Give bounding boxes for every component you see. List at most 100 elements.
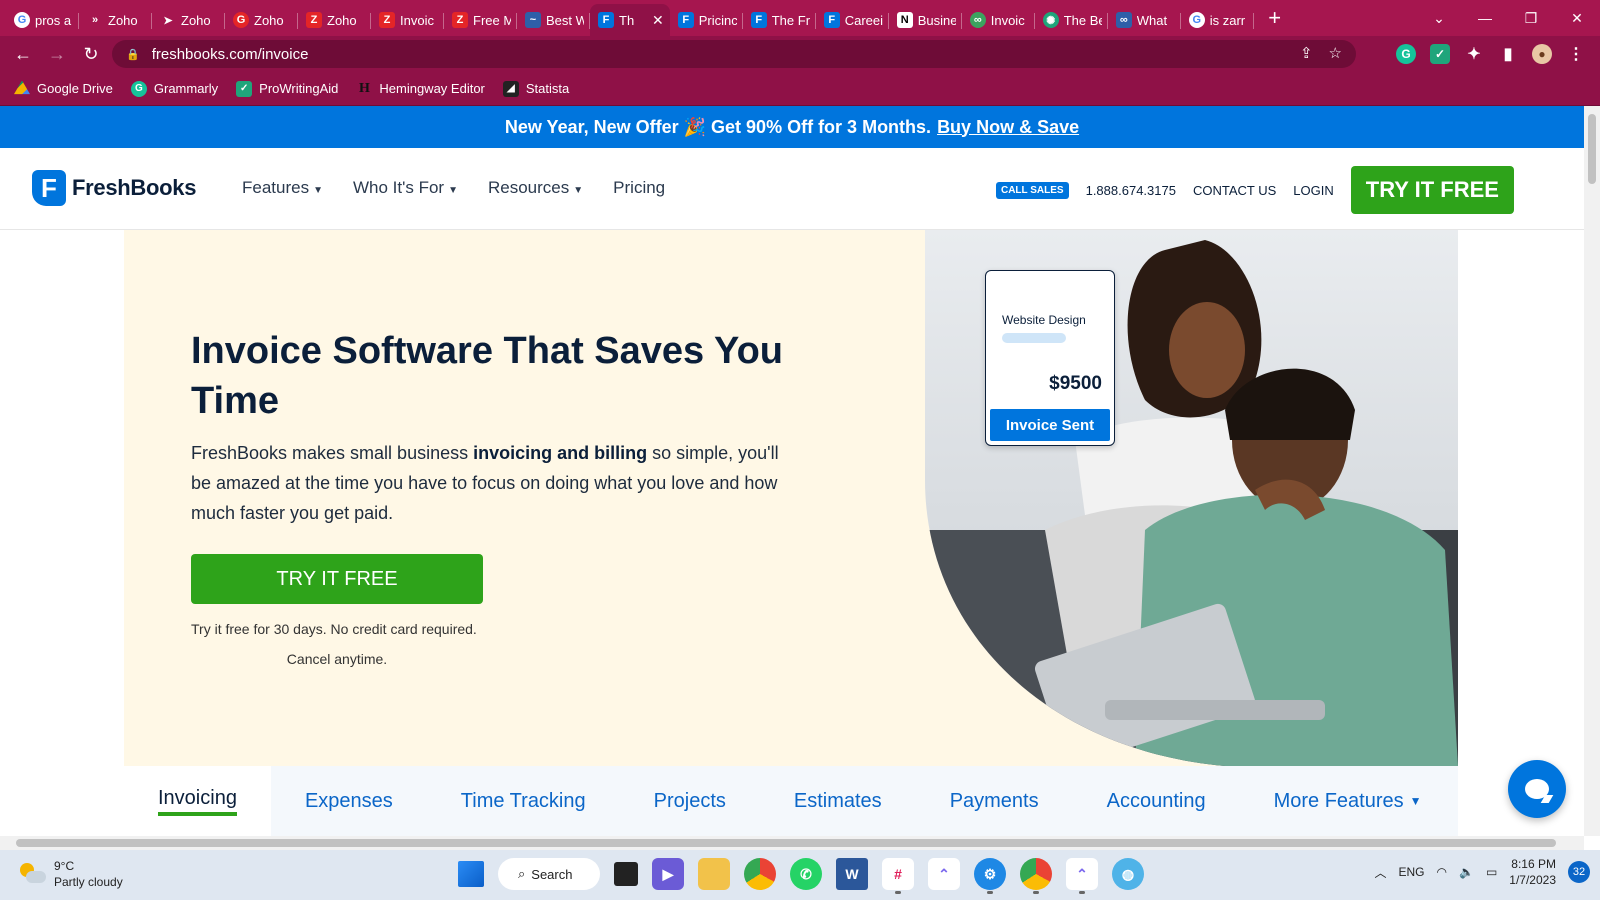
- bookmark-grammarly[interactable]: G Grammarly: [130, 80, 219, 97]
- word-icon[interactable]: W: [836, 858, 868, 890]
- browser-tab-active[interactable]: F Th ✕: [590, 4, 670, 36]
- invoice-sent-badge: Invoice Sent: [990, 409, 1110, 441]
- close-icon[interactable]: ✕: [652, 12, 664, 29]
- browser-tab[interactable]: Gpros a: [0, 6, 79, 34]
- clock[interactable]: 8:16 PM 1/7/2023: [1509, 856, 1556, 888]
- tab-title: Free M: [473, 12, 511, 28]
- chevron-down-icon: ▼: [1409, 794, 1422, 808]
- browser-tab[interactable]: Z Zoho: [298, 6, 371, 34]
- chevron-down-icon: ▼: [313, 185, 323, 196]
- settings-app-icon[interactable]: ⚙: [974, 858, 1006, 894]
- tab-estimates[interactable]: Estimates: [760, 766, 916, 836]
- browser-tab[interactable]: F Pricinc: [670, 6, 743, 34]
- share-icon[interactable]: ⇪: [1300, 44, 1313, 62]
- minimize-icon[interactable]: —: [1462, 10, 1508, 26]
- browser-tab[interactable]: ➤ Zoho: [152, 6, 225, 34]
- profile-avatar[interactable]: ●: [1532, 44, 1552, 64]
- reload-icon[interactable]: ↻: [74, 44, 108, 65]
- battery-icon[interactable]: ▭: [1486, 865, 1497, 879]
- contact-us-link[interactable]: CONTACT US: [1193, 183, 1276, 198]
- side-panel-icon[interactable]: ▮: [1498, 44, 1518, 64]
- browser-tab[interactable]: » Zoho: [79, 6, 152, 34]
- browser-tab[interactable]: ∞ Invoic: [962, 6, 1035, 34]
- menu-resources[interactable]: Resources ▼: [488, 178, 583, 198]
- bookmark-hemingway[interactable]: H Hemingway Editor: [356, 81, 485, 97]
- tab-expenses[interactable]: Expenses: [271, 766, 427, 836]
- close-window-icon[interactable]: ✕: [1554, 10, 1600, 27]
- tab-label: More Features: [1273, 789, 1404, 812]
- tab-time-tracking[interactable]: Time Tracking: [427, 766, 620, 836]
- bookmark-label: Grammarly: [153, 81, 219, 96]
- extensions-puzzle-icon[interactable]: ✦: [1464, 44, 1484, 64]
- grammarly-icon: G: [233, 12, 249, 28]
- tab-accounting[interactable]: Accounting: [1073, 766, 1240, 836]
- chrome-icon[interactable]: [744, 858, 776, 890]
- address-bar[interactable]: 🔒 freshbooks.com/invoice ⇪ ☆: [112, 40, 1356, 68]
- menu-pricing[interactable]: Pricing: [613, 178, 665, 198]
- menu-features[interactable]: Features ▼: [242, 178, 323, 198]
- new-tab-button[interactable]: +: [1258, 5, 1292, 31]
- bookmark-google-drive[interactable]: Google Drive: [14, 80, 113, 97]
- try-free-hero-button[interactable]: TRY IT FREE: [191, 554, 483, 604]
- chrome-active-icon[interactable]: [1020, 858, 1052, 894]
- prowritingaid-extension-icon[interactable]: ✓: [1430, 44, 1450, 64]
- bookmark-prowritingaid[interactable]: ✓ ProWritingAid: [236, 80, 338, 97]
- tab-invoicing[interactable]: Invoicing: [124, 766, 271, 836]
- vertical-scrollbar[interactable]: [1584, 106, 1600, 836]
- tab-payments[interactable]: Payments: [916, 766, 1073, 836]
- grammarly-extension-icon[interactable]: G: [1396, 44, 1416, 64]
- tab-search-icon[interactable]: ⌄: [1416, 10, 1462, 27]
- freshbooks-logo[interactable]: F FreshBooks: [32, 170, 196, 206]
- file-explorer-icon[interactable]: [698, 858, 730, 890]
- weather-widget[interactable]: 9°C Partly cloudy: [20, 858, 123, 890]
- slack-icon[interactable]: #: [882, 858, 914, 894]
- scrollbar-thumb[interactable]: [1588, 114, 1596, 184]
- tab-label: Payments: [949, 789, 1039, 812]
- restore-icon[interactable]: ❐: [1508, 10, 1554, 27]
- maps-globe-icon[interactable]: ◍: [1112, 858, 1144, 890]
- phone-link[interactable]: 1.888.674.3175: [1086, 183, 1176, 198]
- invoice-card-amount: $9500: [1049, 373, 1102, 394]
- clickup-desktop-icon[interactable]: ⌃: [1066, 858, 1098, 894]
- task-view-icon[interactable]: [614, 862, 638, 886]
- browser-tab[interactable]: Z Invoic: [371, 6, 444, 34]
- scrollbar-thumb[interactable]: [16, 839, 1556, 847]
- browser-tab[interactable]: N Busine: [889, 6, 962, 34]
- browser-tab[interactable]: ✺ The Be: [1035, 6, 1108, 34]
- zoho-z-icon: Z: [379, 12, 395, 28]
- windows-start-icon[interactable]: [458, 861, 484, 887]
- openai-icon: ✺: [1042, 12, 1059, 28]
- whatsapp-icon[interactable]: ✆: [790, 858, 822, 890]
- bookmark-statista[interactable]: ◢ Statista: [502, 80, 569, 97]
- menu-kebab-icon[interactable]: ⋮: [1566, 44, 1586, 64]
- browser-tab[interactable]: F The Fr: [743, 6, 816, 34]
- language-indicator[interactable]: ENG: [1398, 865, 1424, 879]
- tab-more-features[interactable]: More Features ▼: [1240, 766, 1456, 836]
- bookmark-star-icon[interactable]: ☆: [1329, 44, 1342, 62]
- browser-tab[interactable]: F Careei: [816, 6, 889, 34]
- horizontal-scrollbar[interactable]: [0, 836, 1584, 850]
- login-link[interactable]: LOGIN: [1293, 183, 1333, 198]
- clickup-icon[interactable]: ⌃: [928, 858, 960, 890]
- browser-tab[interactable]: Gis zarr: [1181, 6, 1254, 34]
- promo-link[interactable]: Buy Now & Save: [937, 117, 1079, 138]
- back-icon[interactable]: ←: [6, 44, 40, 65]
- notification-badge[interactable]: 32: [1568, 861, 1590, 883]
- taskbar-search[interactable]: ⌕ Search: [498, 858, 600, 890]
- browser-tab[interactable]: G Zoho: [225, 6, 298, 34]
- freshbooks-icon: F: [823, 12, 840, 28]
- volume-icon[interactable]: 🔈: [1459, 865, 1474, 879]
- teams-chat-icon[interactable]: ▶: [652, 858, 684, 890]
- browser-tab[interactable]: Z Free M: [444, 6, 517, 34]
- show-hidden-icons-icon[interactable]: ︿: [1374, 864, 1386, 881]
- browser-tab[interactable]: ∞ What: [1108, 6, 1181, 34]
- menu-who-its-for[interactable]: Who It's For ▼: [353, 178, 458, 198]
- tab-projects[interactable]: Projects: [620, 766, 760, 836]
- forward-icon[interactable]: →: [40, 44, 74, 65]
- wifi-icon[interactable]: ◠: [1437, 865, 1447, 879]
- try-free-header-button[interactable]: TRY IT FREE: [1350, 166, 1514, 214]
- tab-title: Invoic: [400, 12, 434, 28]
- browser-tab[interactable]: ~ Best W: [517, 6, 590, 34]
- lock-icon[interactable]: 🔒: [126, 48, 140, 61]
- chat-button[interactable]: [1508, 760, 1566, 818]
